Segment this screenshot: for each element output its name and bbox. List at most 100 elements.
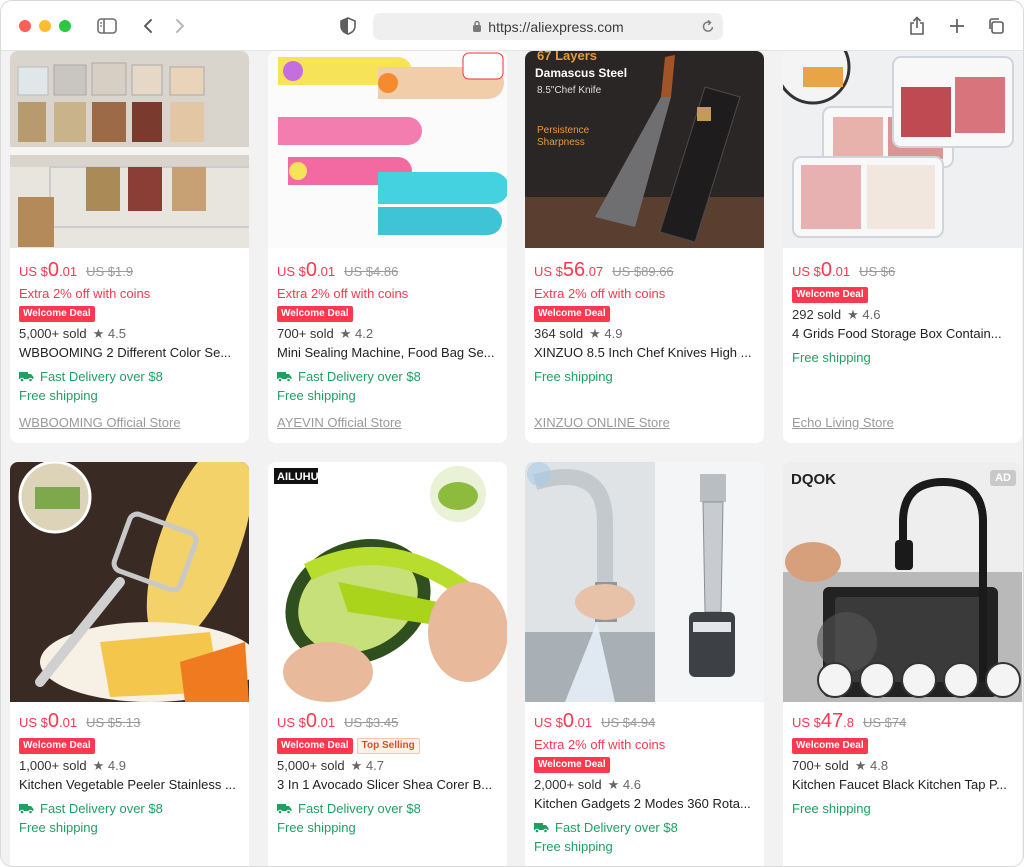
coins-offer: Extra 2% off with coins <box>534 737 666 752</box>
back-icon[interactable] <box>135 13 161 39</box>
product-card[interactable]: US $ 0 .01 US $4.86 Extra 2% off with co… <box>268 51 507 443</box>
product-image[interactable]: AILUHU <box>268 462 507 702</box>
free-shipping: Free shipping <box>19 388 98 403</box>
coins-offer: Extra 2% off with coins <box>19 286 151 301</box>
truck-icon <box>19 371 34 382</box>
browser-toolbar: https://aliexpress.com <box>1 1 1023 51</box>
product-grid: US $ 0 .01 US $1.9 Extra 2% off with coi… <box>1 51 1023 866</box>
sold-rating: 364 sold ★ 4.9 <box>534 326 623 341</box>
product-title[interactable]: WBBOOMING 2 Different Color Se... <box>19 343 241 362</box>
ad-label: AD <box>990 470 1016 486</box>
product-image[interactable]: 67 Layers Damascus Steel 8.5"Chef Knife … <box>525 51 764 287</box>
product-info: US $ 0 .01 US $1.9 Extra 2% off with coi… <box>19 259 241 432</box>
product-title[interactable]: Kitchen Vegetable Peeler Stainless ... <box>19 775 241 794</box>
zoom-window-button[interactable] <box>59 20 71 32</box>
original-price: US $4.86 <box>344 264 399 279</box>
svg-text:Damascus Steel: Damascus Steel <box>535 66 627 80</box>
price: US $ 47 .8 US $74 <box>792 710 907 732</box>
product-info: US $ 0 .01 US $6 Welcome Deal 292 sold ★ … <box>792 259 1014 432</box>
product-title[interactable]: 3 In 1 Avocado Slicer Shea Corer B... <box>277 775 499 794</box>
store-link[interactable]: AYEVIN Official Store <box>277 415 402 430</box>
store-link[interactable]: Echo Living Store <box>792 415 894 430</box>
free-shipping: Free shipping <box>792 350 871 365</box>
svg-text:67 Layers: 67 Layers <box>537 51 597 63</box>
product-card[interactable]: US $ 0 .01 US $1.9 Extra 2% off with coi… <box>10 51 249 443</box>
svg-text:8.5"Chef Knife: 8.5"Chef Knife <box>537 85 602 96</box>
privacy-shield-icon[interactable] <box>335 13 361 39</box>
rating: ★ 4.9 <box>92 758 126 773</box>
rating: ★ 4.6 <box>607 777 641 792</box>
svg-text:Sharpness: Sharpness <box>537 137 585 148</box>
sold-rating: 5,000+ sold ★ 4.7 <box>277 758 384 773</box>
product-card[interactable]: US $ 0 .01 US $5.13 Welcome Deal 1,000+ … <box>10 462 249 866</box>
sold-rating: 700+ sold ★ 4.2 <box>277 326 374 341</box>
welcome-deal-badge: Welcome Deal <box>792 737 868 754</box>
welcome-deal-badge: Welcome Deal <box>277 305 353 322</box>
fast-delivery: Fast Delivery over $8 <box>534 818 756 837</box>
product-info: US $ 0 .01 US $4.94 Extra 2% off with co… <box>534 710 756 856</box>
product-card[interactable]: US $ 0 .01 US $6 Welcome Deal 292 sold ★ … <box>783 51 1022 443</box>
minimize-window-button[interactable] <box>39 20 51 32</box>
top-selling-badge: Top Selling <box>356 737 420 754</box>
lock-icon <box>472 20 482 33</box>
store-link[interactable]: XINZUO ONLINE Store <box>534 415 670 430</box>
svg-text:Persistence: Persistence <box>537 125 590 136</box>
price: US $ 0 .01 US $6 <box>792 259 896 281</box>
tab-overview-icon[interactable] <box>983 13 1009 39</box>
product-image[interactable] <box>10 462 249 702</box>
price: US $ 0 .01 US $1.9 <box>19 259 134 281</box>
product-info: US $ 0 .01 US $3.45 Welcome Deal Top Sel… <box>277 710 499 837</box>
product-card[interactable]: US $ 0 .01 US $4.94 Extra 2% off with co… <box>525 462 764 866</box>
fast-delivery: Fast Delivery over $8 <box>277 799 499 818</box>
product-image[interactable] <box>783 51 1022 287</box>
welcome-deal-badge: Welcome Deal <box>19 305 95 322</box>
product-card[interactable]: DQOK AD US $ 47 .8 US $74 Welcome Deal 7… <box>783 462 1022 866</box>
product-title[interactable]: Kitchen Faucet Black Kitchen Tap P... <box>792 775 1014 794</box>
sold-rating: 2,000+ sold ★ 4.6 <box>534 777 641 792</box>
original-price: US $3.45 <box>344 715 399 730</box>
product-image[interactable] <box>10 51 249 287</box>
welcome-deal-badge: Welcome Deal <box>534 305 610 322</box>
truck-icon <box>534 822 549 833</box>
sold-rating: 700+ sold ★ 4.8 <box>792 758 889 773</box>
product-image[interactable]: DQOK AD <box>783 462 1022 702</box>
coins-offer: Extra 2% off with coins <box>534 286 666 301</box>
forward-icon[interactable] <box>167 13 193 39</box>
welcome-deal-badge: Welcome Deal <box>19 737 95 754</box>
product-title[interactable]: 4 Grids Food Storage Box Contain... <box>792 324 1014 343</box>
price: US $ 56 .07 US $89.66 <box>534 259 674 281</box>
original-price: US $5.13 <box>86 715 141 730</box>
rating: ★ 4.6 <box>847 307 881 322</box>
product-title[interactable]: XINZUO 8.5 Inch Chef Knives High ... <box>534 343 756 362</box>
new-tab-icon[interactable] <box>944 13 970 39</box>
product-title[interactable]: Mini Sealing Machine, Food Bag Se... <box>277 343 499 362</box>
original-price: US $74 <box>863 715 907 730</box>
sold-rating: 292 sold ★ 4.6 <box>792 307 881 322</box>
product-image[interactable] <box>525 462 764 702</box>
fast-delivery: Fast Delivery over $8 <box>19 799 241 818</box>
product-info: US $ 56 .07 US $89.66 Extra 2% off with … <box>534 259 756 432</box>
address-bar[interactable]: https://aliexpress.com <box>373 13 723 40</box>
share-icon[interactable] <box>904 13 930 39</box>
welcome-deal-badge: Welcome Deal <box>277 737 353 754</box>
free-shipping: Free shipping <box>277 388 356 403</box>
product-title[interactable]: Kitchen Gadgets 2 Modes 360 Rota... <box>534 794 756 813</box>
product-card[interactable]: AILUHU US $ 0 .01 US $3.45 Welcome Deal … <box>268 462 507 866</box>
free-shipping: Free shipping <box>792 801 871 816</box>
close-window-button[interactable] <box>19 20 31 32</box>
coins-offer: Extra 2% off with coins <box>277 286 409 301</box>
reload-icon[interactable] <box>701 18 715 37</box>
truck-icon <box>277 803 292 814</box>
svg-text:AILUHU: AILUHU <box>277 471 319 483</box>
product-image[interactable] <box>268 51 507 287</box>
truck-icon <box>277 371 292 382</box>
rating: ★ 4.9 <box>589 326 623 341</box>
store-link[interactable]: WBBOOMING Official Store <box>19 415 181 430</box>
product-card[interactable]: 67 Layers Damascus Steel 8.5"Chef Knife … <box>525 51 764 443</box>
sold-rating: 5,000+ sold ★ 4.5 <box>19 326 126 341</box>
price: US $ 0 .01 US $4.86 <box>277 259 399 281</box>
welcome-deal-badge: Welcome Deal <box>534 756 610 773</box>
sidebar-icon[interactable] <box>94 13 120 39</box>
svg-text:DQOK: DQOK <box>791 471 836 488</box>
free-shipping: Free shipping <box>534 839 613 854</box>
